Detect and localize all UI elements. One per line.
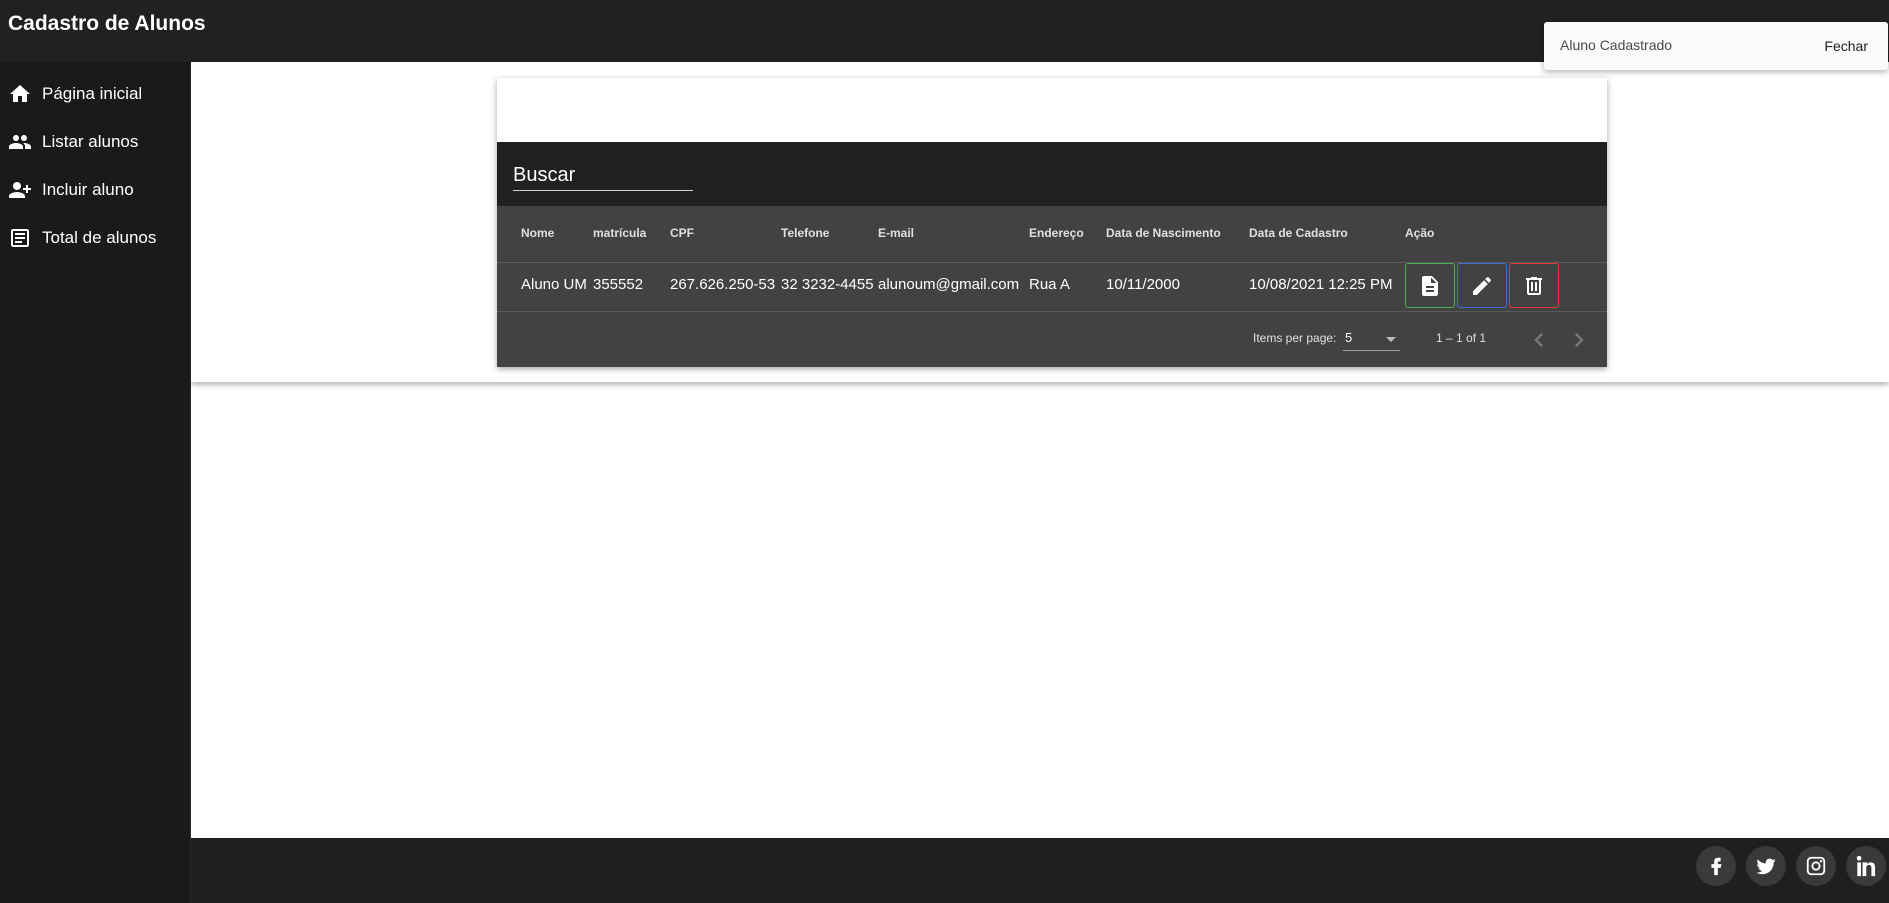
cell-email: alunoum@gmail.com bbox=[878, 276, 1020, 293]
cell-matricula: 355552 bbox=[593, 276, 644, 293]
people-icon bbox=[9, 135, 31, 149]
person-add-icon bbox=[9, 182, 31, 198]
linkedin-link[interactable] bbox=[1846, 846, 1886, 886]
card-header bbox=[497, 78, 1607, 142]
sidebar-item-label: Total de alunos bbox=[42, 228, 157, 247]
linkedin-icon bbox=[1856, 855, 1876, 877]
column-header-email[interactable]: E-mail bbox=[878, 226, 914, 240]
facebook-icon bbox=[1711, 857, 1722, 876]
students-table-card bbox=[497, 78, 1607, 367]
trash-icon bbox=[1526, 276, 1542, 295]
column-header-acao: Ação bbox=[1405, 226, 1435, 240]
chevron-left-icon bbox=[1534, 333, 1543, 347]
column-header-matricula[interactable]: matrícula bbox=[593, 226, 646, 240]
items-per-page-select[interactable]: 5 bbox=[1343, 330, 1400, 351]
cell-nome: Aluno UM bbox=[521, 276, 587, 293]
pagination-range: 1 – 1 of 1 bbox=[1436, 331, 1487, 345]
column-header-telefone[interactable]: Telefone bbox=[781, 226, 829, 240]
document-icon bbox=[1422, 275, 1438, 296]
table-divider bbox=[497, 311, 1607, 312]
app-title: Cadastro de Alunos bbox=[8, 12, 206, 35]
column-header-endereco[interactable]: Endereço bbox=[1029, 226, 1084, 240]
column-header-data-cadastro[interactable]: Data de Cadastro bbox=[1249, 226, 1348, 240]
cell-data-nascimento: 10/11/2000 bbox=[1106, 276, 1180, 293]
sidebar-item-label: Incluir aluno bbox=[42, 180, 134, 199]
cell-telefone: 32 3232-4455 bbox=[781, 276, 874, 293]
search-input[interactable] bbox=[513, 160, 693, 191]
sidebar-item-listar-alunos[interactable]: Listar alunos bbox=[0, 122, 190, 162]
cell-endereco: Rua A bbox=[1029, 276, 1070, 293]
edit-student-button[interactable] bbox=[1457, 263, 1507, 308]
sidebar-item-total-de-alunos[interactable]: Total de alunos bbox=[0, 218, 190, 258]
column-header-cpf[interactable]: CPF bbox=[670, 226, 694, 240]
facebook-link[interactable] bbox=[1696, 846, 1736, 886]
instagram-icon bbox=[1806, 856, 1826, 876]
snackbar-close-button[interactable]: Fechar bbox=[1814, 31, 1878, 61]
column-header-data-nascimento[interactable]: Data de Nascimento bbox=[1106, 226, 1221, 240]
cell-cpf: 267.626.250-53 bbox=[670, 276, 776, 293]
sidebar-item-label: Listar alunos bbox=[42, 132, 139, 151]
view-student-button[interactable] bbox=[1405, 263, 1455, 308]
sidebar-item-label: Página inicial bbox=[42, 84, 143, 103]
twitter-icon bbox=[1756, 858, 1776, 875]
pencil-icon bbox=[1473, 276, 1492, 295]
snackbar: Aluno Cadastrado Fechar bbox=[1544, 22, 1888, 70]
previous-page-button[interactable] bbox=[1525, 326, 1553, 354]
home-icon bbox=[10, 85, 30, 102]
sidebar-item-incluir-aluno[interactable]: Incluir aluno bbox=[0, 170, 190, 210]
chevron-right-icon bbox=[1575, 333, 1584, 347]
cell-data-cadastro: 10/08/2021 12:25 PM bbox=[1249, 276, 1393, 293]
footer bbox=[191, 838, 1889, 903]
delete-student-button[interactable] bbox=[1509, 263, 1559, 308]
items-per-page-value: 5 bbox=[1345, 330, 1353, 345]
sidebar-item-pagina-inicial[interactable]: Página inicial bbox=[0, 74, 190, 114]
sidebar: Página inicial Listar alunos Incluir alu… bbox=[0, 62, 191, 903]
snackbar-message: Aluno Cadastrado bbox=[1560, 37, 1673, 53]
search-area bbox=[497, 142, 1607, 206]
list-alt-icon bbox=[11, 229, 29, 247]
items-per-page-label: Items per page: bbox=[1253, 331, 1337, 345]
next-page-button[interactable] bbox=[1565, 326, 1593, 354]
chevron-down-icon bbox=[1386, 337, 1396, 342]
instagram-link[interactable] bbox=[1796, 846, 1836, 886]
twitter-link[interactable] bbox=[1746, 846, 1786, 886]
column-header-nome[interactable]: Nome bbox=[521, 226, 554, 240]
